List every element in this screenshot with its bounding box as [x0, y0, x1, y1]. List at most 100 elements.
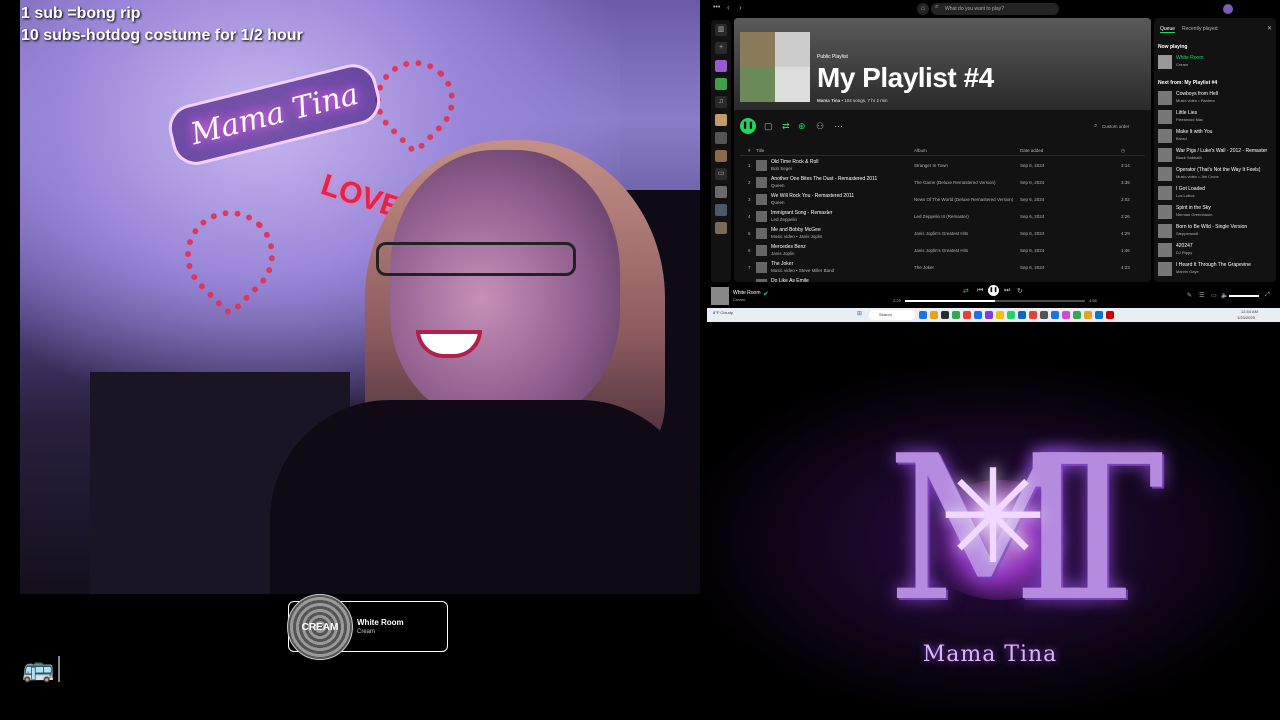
queue-item-art [1158, 167, 1172, 181]
sort-dropdown[interactable]: Custom order [1102, 124, 1129, 129]
track-row[interactable]: 8Do Like As Emile [740, 277, 1145, 282]
track-row[interactable]: 3 We Will Rock You - Remastered 2011 Queen… [740, 192, 1145, 209]
taskbar-search[interactable]: Search [869, 310, 915, 320]
lyrics-icon[interactable]: ✎ [1187, 292, 1192, 299]
sidebar-item-playlist-7[interactable] [715, 204, 727, 216]
taskbar-app-icon[interactable] [919, 311, 927, 319]
sidebar-item-playlist-6[interactable] [715, 186, 727, 198]
download-icon[interactable]: ⊕ [798, 121, 806, 132]
back-icon[interactable]: ‹ [727, 3, 730, 12]
track-row[interactable]: 5 Me and Bobby McGee Music video • Janis J… [740, 226, 1145, 243]
close-icon[interactable]: ✕ [1267, 25, 1272, 32]
queue-item[interactable]: Cowboys from Hell Music video • Pantera [1158, 90, 1274, 108]
taskbar-app-icon[interactable] [985, 311, 993, 319]
queue-item[interactable]: Operator (That's Not the Way It Feels) Mu… [1158, 166, 1274, 184]
add-user-icon[interactable]: ⚇ [816, 121, 824, 132]
sidebar-item-playlist-3[interactable] [715, 114, 727, 126]
taskbar-app-icon[interactable] [1084, 311, 1092, 319]
taskbar-time[interactable]: 12:44 AM [1241, 309, 1258, 314]
queue-item[interactable]: Make It with You Bread [1158, 128, 1274, 146]
taskbar-app-icon[interactable] [952, 311, 960, 319]
menu-icon[interactable]: ••• [713, 4, 720, 11]
queue-item[interactable]: Spirit in the Sky Norman Greenbaum [1158, 204, 1274, 222]
avatar[interactable] [1223, 4, 1233, 14]
queue-item[interactable]: I Got Loaded Los Lobos [1158, 185, 1274, 203]
col-album[interactable]: Album [914, 148, 927, 153]
taskbar-app-icon[interactable] [1029, 311, 1037, 319]
sidebar-item-playlist-8[interactable] [715, 222, 727, 234]
track-row[interactable]: 7 The Joker Music video • Steve Miller Ban… [740, 260, 1145, 277]
sidebar-item-playlist-1[interactable] [715, 60, 727, 72]
player-title[interactable]: White Room [733, 290, 761, 296]
taskbar-app-icon[interactable] [1018, 311, 1026, 319]
queue-item-art [1158, 186, 1172, 200]
pause-button[interactable]: ❚❚ [988, 285, 999, 296]
tab-recently-played[interactable]: Recently played [1182, 26, 1218, 32]
more-options-icon[interactable]: ··· [834, 121, 843, 131]
taskbar-app-icon[interactable] [963, 311, 971, 319]
queue-item[interactable]: War Pigs / Luke's Wall - 2012 - Remaster… [1158, 147, 1274, 165]
taskbar-date[interactable]: 1/23/2025 [1237, 315, 1255, 320]
queue-icon[interactable]: ☰ [1199, 292, 1204, 299]
player-artist[interactable]: Cream [733, 297, 745, 302]
track-row[interactable]: 2 Another One Bites The Dust - Remastered… [740, 175, 1145, 192]
list-search-icon[interactable]: ⌕ [1094, 123, 1097, 130]
queue-item[interactable]: I Heard It Through The Grapevine Marvin G… [1158, 261, 1274, 279]
queue-now-playing[interactable]: White Room Cream [1158, 54, 1274, 72]
playlist-stats: • 104 songs, 7 hr 2 min [841, 98, 888, 103]
sidebar-item-playlist-4[interactable] [715, 132, 727, 144]
taskbar-app-icon[interactable] [1040, 311, 1048, 319]
taskbar-app-icon[interactable] [1073, 311, 1081, 319]
add-icon[interactable]: + [715, 42, 727, 54]
forward-icon[interactable]: › [739, 3, 742, 12]
volume-icon[interactable]: 🔈 [1221, 292, 1228, 299]
next-icon[interactable]: ⏭ [1004, 287, 1010, 295]
sidebar-item-playlist-5[interactable] [715, 150, 727, 162]
track-album: The Game (Deluxe Remastered Version) [914, 180, 996, 185]
weather-widget[interactable]: 8°F Cloudy [713, 310, 733, 315]
track-art [756, 279, 767, 282]
shuffle-icon[interactable]: ⇄ [782, 121, 790, 132]
home-icon[interactable]: ⌂ [917, 3, 929, 15]
search-input[interactable]: What do you want to play? [931, 3, 1059, 15]
col-title[interactable]: Title [756, 148, 764, 153]
queue-now-artist: Cream [1176, 62, 1189, 67]
folder-icon[interactable]: ▭ [715, 168, 727, 180]
player-bar: White Room Cream ✔ ⇄ ⏮ ❚❚ ⏭ ↻ 2:29 4:58 … [707, 284, 1280, 308]
taskbar-app-icon[interactable] [941, 311, 949, 319]
track-row[interactable]: 1 Old Time Rock & Roll Bob Seger Stranger I… [740, 158, 1145, 175]
volume-slider[interactable] [1229, 295, 1259, 297]
progress-track[interactable] [905, 300, 1085, 302]
play-button[interactable]: ❚❚ [740, 118, 756, 134]
tab-queue[interactable]: Queue [1160, 26, 1176, 33]
saved-check-icon[interactable]: ✔ [763, 290, 769, 298]
track-row[interactable]: 4 Immigrant Song - Remaster Led Zeppelin Le… [740, 209, 1145, 226]
taskbar-app-icon[interactable] [974, 311, 982, 319]
track-row[interactable]: 6 Mercedes Benz Janis Joplin Janis Joplin's… [740, 243, 1145, 260]
queue-item[interactable]: 420247 DJ Rippy [1158, 242, 1274, 260]
library-icon[interactable]: ▥ [715, 24, 727, 36]
taskbar-app-icon[interactable] [1051, 311, 1059, 319]
prev-icon[interactable]: ⏮ [977, 287, 983, 295]
playlist-owner[interactable]: Mama Tina [817, 98, 840, 103]
taskbar-app-icon[interactable] [1095, 311, 1103, 319]
col-date[interactable]: Date added [1020, 148, 1043, 153]
taskbar-app-icon[interactable] [996, 311, 1004, 319]
windows-start-icon[interactable]: ⊞ [857, 310, 862, 317]
taskbar-app-icon[interactable] [1007, 311, 1015, 319]
player-shuffle-icon[interactable]: ⇄ [963, 287, 969, 295]
device-icon[interactable]: ▭ [1211, 292, 1217, 299]
queue-item[interactable]: Born to Be Wild - Single Version Steppenw… [1158, 223, 1274, 241]
repeat-icon[interactable]: ↻ [1017, 287, 1023, 295]
track-title: We Will Rock You - Remastered 2011 [771, 193, 855, 199]
taskbar-app-icon[interactable] [1106, 311, 1114, 319]
col-duration[interactable]: ◷ [1121, 148, 1125, 154]
music-note-icon[interactable]: ♫ [715, 96, 727, 108]
taskbar-app-icon[interactable] [1062, 311, 1070, 319]
sidebar-item-playlist-2[interactable] [715, 78, 727, 90]
taskbar-app-icon[interactable] [930, 311, 938, 319]
queue-item[interactable]: Little Lies Fleetwood Mac [1158, 109, 1274, 127]
cover-thumb-icon[interactable]: ▢ [764, 121, 773, 132]
queue-item-artist: Norman Greenbaum [1176, 212, 1213, 217]
fullscreen-icon[interactable]: ⤢ [1265, 292, 1270, 299]
